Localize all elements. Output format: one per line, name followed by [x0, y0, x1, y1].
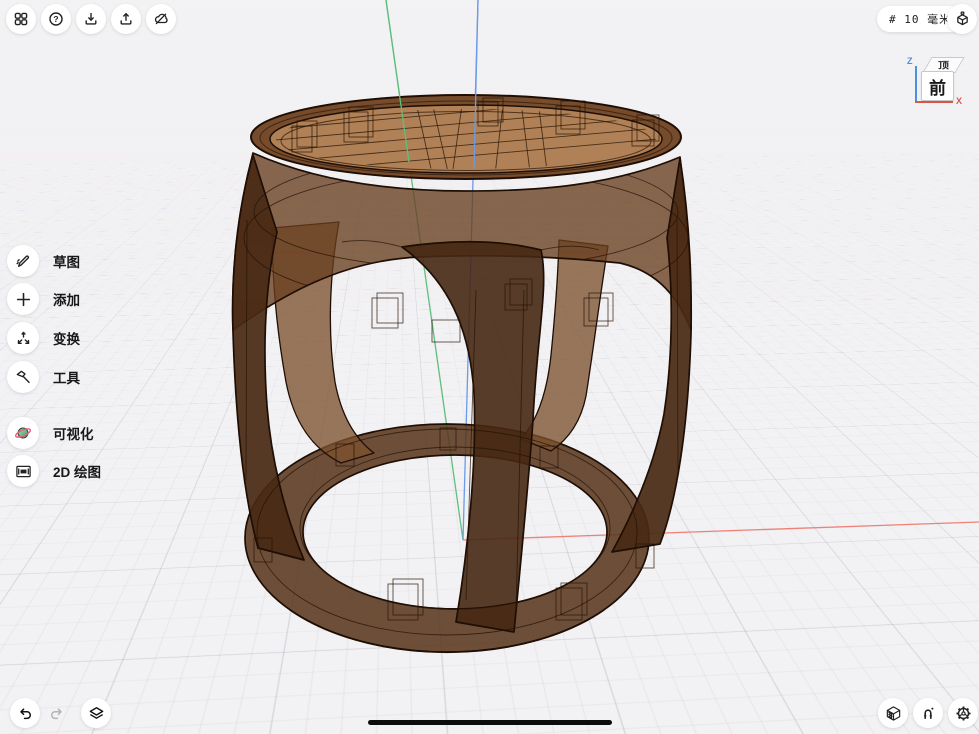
export-icon — [118, 11, 134, 27]
stool-seat-top — [251, 95, 681, 179]
svg-text:?: ? — [53, 14, 58, 24]
redo-icon — [49, 705, 65, 721]
sidebar-item-label: 草图 — [53, 251, 80, 271]
redo-button — [42, 698, 72, 728]
projects-button[interactable] — [6, 4, 36, 34]
export-button[interactable] — [111, 4, 141, 34]
undo-icon — [17, 705, 33, 721]
sidebar-item-label: 添加 — [53, 289, 80, 309]
visualize-planet-icon — [14, 424, 32, 442]
help-button[interactable]: ? — [41, 4, 71, 34]
import-icon — [83, 11, 99, 27]
viewcube-front-face[interactable]: 前 — [921, 71, 954, 101]
viewcube-z-axis-line — [915, 66, 917, 102]
axis-x-red — [463, 522, 979, 540]
cloud-offline-icon — [153, 11, 169, 27]
help-icon: ? — [48, 11, 64, 27]
3d-viewport[interactable] — [0, 0, 979, 734]
sidebar-item-label: 可视化 — [53, 423, 94, 443]
viewcube-z-label: Z — [907, 56, 913, 66]
drum-stool-model[interactable] — [233, 95, 692, 652]
sidebar-item-transform[interactable]: 变换 — [7, 322, 80, 354]
stool-bottom-ring — [245, 424, 649, 652]
view-cube[interactable]: Z X 顶 前 — [898, 48, 974, 110]
shaded-cube-icon — [885, 705, 902, 722]
sync-button[interactable] — [146, 4, 176, 34]
home-indicator[interactable] — [368, 720, 612, 725]
sidebar-item-label: 工具 — [53, 367, 80, 387]
sidebar-item-visualize[interactable]: 可视化 — [7, 417, 94, 449]
sidebar-item-2d-drawing[interactable]: 2D 绘图 — [7, 455, 101, 487]
drawing-sheet-icon — [15, 463, 32, 480]
sidebar-item-label: 2D 绘图 — [53, 461, 101, 481]
hammer-icon — [15, 369, 32, 386]
viewcube-x-axis-line — [915, 101, 953, 103]
items-panel-button[interactable] — [81, 698, 111, 728]
import-button[interactable] — [76, 4, 106, 34]
apps-grid-icon — [13, 11, 29, 27]
undo-button[interactable] — [10, 698, 40, 728]
gear-icon — [955, 705, 972, 722]
snapping-button[interactable] — [913, 698, 943, 728]
app-window: ? # 10 毫米 — [0, 0, 979, 734]
settings-button[interactable] — [948, 698, 978, 728]
plus-icon — [15, 291, 32, 308]
layers-icon — [88, 705, 105, 722]
transform-arrows-icon — [15, 330, 32, 347]
sidebar-item-add[interactable]: 添加 — [7, 283, 80, 315]
magnet-icon — [920, 705, 936, 721]
orbit-view-icon — [954, 11, 971, 28]
view-orientation-button[interactable] — [947, 4, 977, 34]
sidebar-item-label: 变换 — [53, 328, 80, 348]
sidebar-item-sketch[interactable]: 草图 — [7, 245, 80, 277]
pencil-icon — [15, 253, 32, 270]
sidebar-item-tools[interactable]: 工具 — [7, 361, 80, 393]
render-style-button[interactable] — [878, 698, 908, 728]
viewcube-x-label: X — [956, 96, 962, 106]
